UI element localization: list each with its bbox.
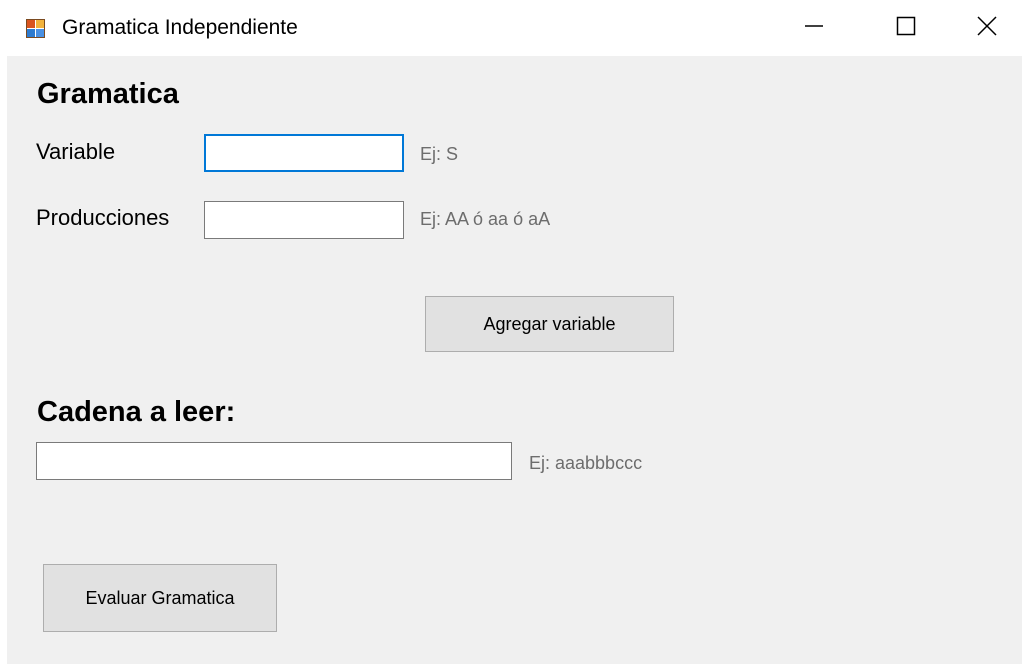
windows-form-icon	[26, 19, 45, 38]
cadena-input[interactable]	[36, 442, 512, 480]
cadena-hint: Ej: aaabbbccc	[529, 453, 643, 473]
window-title: Gramatica Independiente	[62, 16, 298, 39]
evaluate-grammar-button[interactable]: Evaluar Gramatica	[43, 564, 277, 632]
producciones-hint: Ej: AA ó aa ó aA	[420, 209, 551, 229]
maximize-button[interactable]	[860, 0, 952, 52]
add-variable-button[interactable]: Agregar variable	[425, 296, 674, 352]
minimize-button[interactable]	[768, 0, 860, 52]
form-client-area: Gramatica Variable Ej: S Producciones Ej…	[7, 56, 1022, 664]
title-bar[interactable]: Gramatica Independiente	[0, 0, 1022, 56]
grammar-heading: Gramatica	[37, 78, 179, 110]
variable-hint: Ej: S	[420, 144, 459, 164]
variable-label: Variable	[36, 139, 116, 164]
maximize-icon	[896, 16, 916, 36]
close-button[interactable]	[952, 0, 1022, 52]
close-icon	[977, 16, 997, 36]
variable-input[interactable]	[204, 134, 404, 172]
minimize-icon	[805, 25, 823, 27]
cadena-heading: Cadena a leer:	[37, 396, 236, 428]
producciones-label: Producciones	[36, 205, 170, 230]
producciones-input[interactable]	[204, 201, 404, 239]
app-window: Gramatica Independiente Gramatica Variab…	[0, 0, 1022, 664]
